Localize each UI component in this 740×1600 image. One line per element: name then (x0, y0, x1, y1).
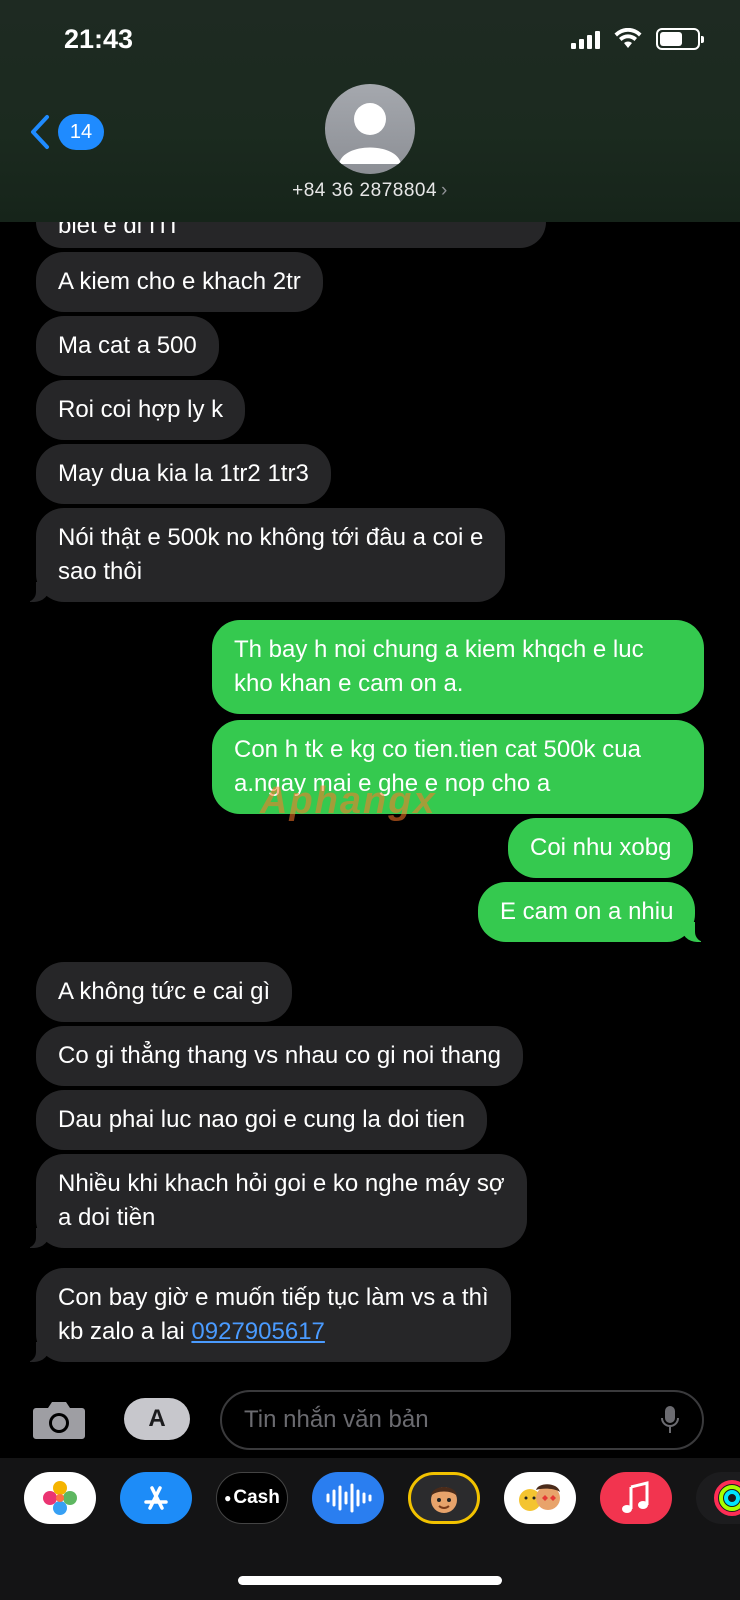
message-text: a doi tiền (58, 1204, 156, 1231)
unread-badge: 14 (58, 114, 104, 150)
message-incoming[interactable]: Co gi thẳng thang vs nhau co gi noi than… (36, 1026, 523, 1086)
message-incoming[interactable]: Roi coi hợp ly k (36, 380, 246, 440)
watermark: Aphangx (260, 780, 437, 822)
audio-message-icon (326, 1483, 372, 1513)
message-text: sao thôi (58, 558, 143, 585)
photos-app-button[interactable] (24, 1472, 96, 1524)
music-icon (622, 1481, 649, 1513)
message-text: Co gi thẳng thang vs nhau co gi noi than… (58, 1042, 501, 1069)
status-icons (571, 28, 704, 50)
message-text: kho khan e cam on a. (234, 670, 464, 697)
message-incoming[interactable]: A kiem cho e khach 2tr (36, 252, 323, 312)
apple-cash-label: Cash (233, 1487, 280, 1508)
message-text: Roi coi hợp ly k (58, 396, 224, 423)
apple-cash-button[interactable]: ● Cash (216, 1472, 288, 1524)
audio-message-button[interactable] (312, 1472, 384, 1524)
chevron-left-icon (31, 115, 49, 149)
back-button[interactable]: 14 (28, 114, 104, 150)
message-incoming[interactable]: Nhiều khi khach hỏi goi e ko nghe máy sợ… (22, 1154, 527, 1248)
message-outgoing[interactable]: E cam on a nhiu (478, 882, 710, 942)
microphone-icon[interactable] (660, 1405, 680, 1435)
message-text: Ma cat a 500 (58, 332, 197, 359)
message-input-placeholder: Tin nhắn văn bản (244, 1406, 429, 1433)
memoji-button[interactable] (408, 1472, 480, 1524)
message-text: A không tức e cai gì (58, 978, 271, 1005)
activity-app-button[interactable] (696, 1472, 740, 1524)
app-store-icon (144, 1486, 168, 1510)
person-icon (339, 103, 401, 164)
message-incoming[interactable]: Dau phai luc nao goi e cung la doi tien (36, 1090, 487, 1150)
message-text: Nói thật e 500k no không tới đâu a coi e (58, 524, 484, 551)
message-text: Dau phai luc nao goi e cung la doi tien (58, 1106, 465, 1133)
memoji-stickers-icon (519, 1484, 560, 1511)
message-incoming[interactable]: Ma cat a 500 (36, 316, 219, 376)
message-incoming[interactable]: Con bay giờ e muốn tiếp tục làm vs a thì… (22, 1268, 511, 1362)
apple-cash-icon: ● (224, 1491, 232, 1505)
phone-link[interactable]: 0927905617 (191, 1318, 324, 1345)
message-text: Nhiều khi khach hỏi goi e ko nghe máy sợ (58, 1170, 505, 1197)
message-incoming[interactable]: A không tức e cai gì (36, 962, 293, 1022)
message-incoming[interactable]: May dua kia la 1tr2 1tr3 (36, 444, 331, 504)
app-store-app-button[interactable] (120, 1472, 192, 1524)
avatar[interactable] (325, 84, 415, 174)
message-text: A kiem cho e khach 2tr (58, 268, 301, 295)
message-text: Con h tk e kg co tien.tien cat 500k cua (234, 736, 641, 763)
app-drawer: ● Cash (0, 1458, 740, 1600)
camera-icon[interactable] (32, 1398, 86, 1440)
message-text-line: kb zalo a lai 0927905617 (58, 1315, 489, 1349)
app-store-icon: A (148, 1405, 166, 1432)
message-outgoing[interactable]: Th bay h noi chung a kiem khqch e luc kh… (212, 620, 704, 714)
activity-icon (714, 1480, 740, 1516)
contact-number: +84 36 2878804 (292, 180, 438, 201)
status-time: 21:43 (64, 24, 134, 54)
message-text: E cam on a nhiu (500, 898, 674, 925)
home-indicator[interactable] (238, 1576, 502, 1585)
message-text: Th bay h noi chung a kiem khqch e luc (234, 636, 644, 663)
battery-icon (656, 28, 704, 50)
cellular-signal-icon (571, 29, 600, 49)
wifi-icon (614, 28, 642, 48)
message-outgoing[interactable]: Coi nhu xobg (508, 818, 694, 878)
message-text: May dua kia la 1tr2 1tr3 (58, 460, 309, 487)
message-text: Con bay giờ e muốn tiếp tục làm vs a thì (58, 1284, 489, 1311)
message-text: kb zalo a lai (58, 1318, 192, 1345)
photos-icon (43, 1481, 77, 1515)
message-input[interactable]: Tin nhắn văn bản (220, 1390, 704, 1450)
music-app-button[interactable] (600, 1472, 672, 1524)
conversation-header: 21:43 14 +84 36 2878804 › (0, 0, 740, 222)
memoji-icon (431, 1487, 457, 1513)
chevron-right-icon: › (441, 180, 448, 201)
contact-name-button[interactable]: +84 36 2878804 › (0, 180, 740, 202)
message-text: Coi nhu xobg (530, 834, 672, 861)
message-incoming[interactable]: Nói thật e 500k no không tới đâu a coi e… (21, 508, 506, 602)
memoji-stickers-button[interactable] (504, 1472, 576, 1524)
app-store-button[interactable]: A (124, 1398, 190, 1440)
composer-bar: A Tin nhắn văn bản (0, 1384, 740, 1458)
